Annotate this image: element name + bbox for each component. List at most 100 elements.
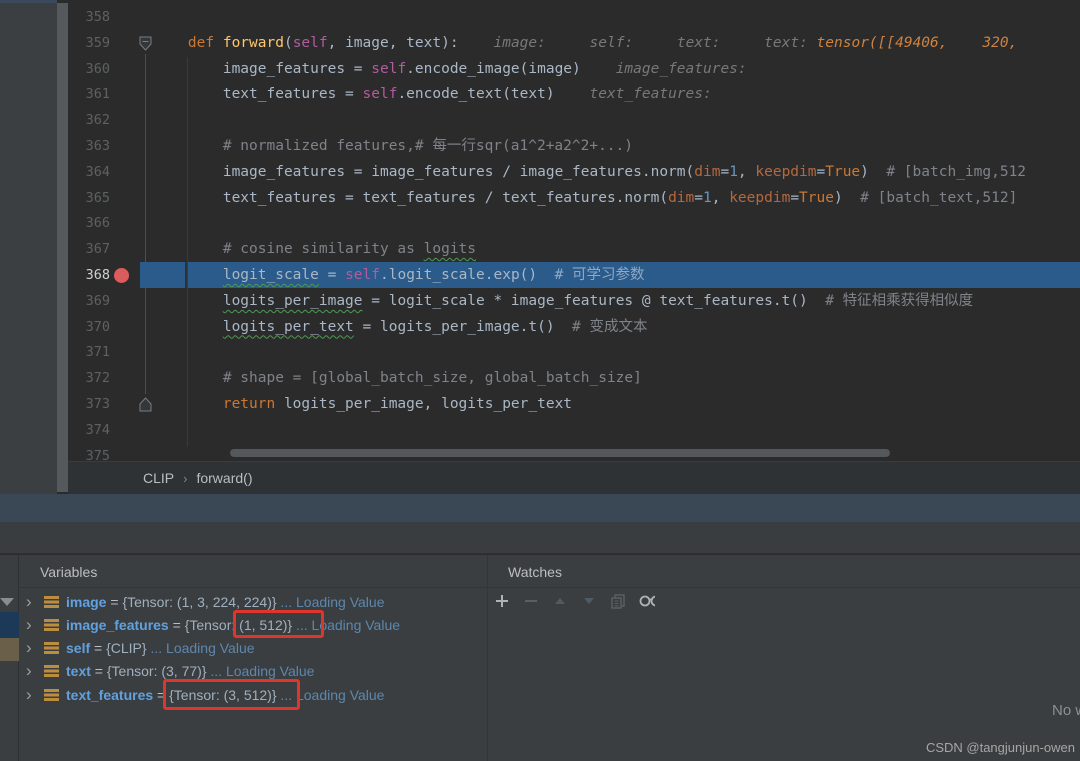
code-token: , bbox=[711, 189, 730, 206]
code-line[interactable]: text_features = text_features / text_fea… bbox=[153, 185, 1017, 211]
code-token: logits_per_image, logits_per_text bbox=[275, 396, 573, 412]
frames-panel-edge[interactable] bbox=[0, 555, 19, 761]
line-number[interactable]: 370 bbox=[68, 314, 110, 340]
fold-collapse-icon[interactable] bbox=[138, 35, 153, 57]
line-number[interactable]: 368 bbox=[68, 262, 110, 288]
fold-end-icon[interactable] bbox=[138, 396, 153, 418]
code-line[interactable]: logits_per_text = logits_per_image.t() #… bbox=[153, 314, 648, 340]
variable-icon bbox=[44, 595, 59, 608]
code-token: = logit_scale * image_features @ text_fe… bbox=[362, 292, 808, 309]
code-token: text_features = text_features / text_fea… bbox=[153, 189, 669, 206]
code-token: dim bbox=[694, 163, 721, 180]
project-panel-edge[interactable] bbox=[0, 0, 57, 494]
line-number[interactable]: 372 bbox=[68, 365, 110, 391]
line-number[interactable]: 374 bbox=[68, 417, 110, 443]
code-token: # 变成文本 bbox=[554, 318, 648, 335]
code-line[interactable]: logit_scale = self.logit_scale.exp() # 可… bbox=[153, 262, 645, 288]
line-number[interactable]: 369 bbox=[68, 288, 110, 314]
code-token: # [batch_img,512 bbox=[868, 163, 1027, 180]
chevron-right-icon[interactable]: › bbox=[26, 661, 44, 681]
project-panel-scrollbar[interactable] bbox=[57, 3, 68, 492]
chevron-right-icon[interactable]: › bbox=[26, 592, 44, 612]
equals-sign: = bbox=[168, 616, 185, 633]
frames-selected-row[interactable] bbox=[0, 612, 19, 638]
code-token: self bbox=[345, 267, 380, 283]
code-line[interactable]: image_features = image_features / image_… bbox=[153, 159, 1026, 185]
code-token: # [batch_text,512] bbox=[842, 189, 1018, 206]
code-token: logits_per_image bbox=[222, 292, 363, 309]
code-line[interactable]: def forward(self, image, text): image: s… bbox=[153, 30, 1017, 56]
code-token: image_features = bbox=[153, 60, 372, 77]
loading-value-text: ... Loading Value bbox=[276, 593, 385, 610]
show-watches-in-variables-button[interactable] bbox=[639, 593, 655, 609]
line-number[interactable]: 375 bbox=[68, 443, 110, 461]
chevron-right-icon: › bbox=[183, 470, 188, 486]
line-number[interactable]: 373 bbox=[68, 391, 110, 417]
line-number[interactable]: 371 bbox=[68, 339, 110, 365]
code-token: = bbox=[720, 163, 730, 180]
code-line[interactable]: # shape = [global_batch_size, global_bat… bbox=[153, 365, 642, 391]
fold-range-line bbox=[145, 54, 146, 394]
horizontal-scrollbar[interactable] bbox=[230, 449, 890, 457]
variable-row[interactable]: › image = {Tensor: (1, 3, 224, 224)} ... … bbox=[20, 590, 384, 613]
move-down-button[interactable] bbox=[581, 593, 597, 609]
code-token: True bbox=[799, 189, 834, 206]
code-token: text: bbox=[633, 34, 721, 51]
line-number[interactable]: 360 bbox=[68, 56, 110, 82]
frames-library-row[interactable] bbox=[0, 638, 19, 661]
variable-icon bbox=[44, 665, 59, 678]
pane-header-separator bbox=[20, 587, 1080, 588]
dropdown-arrow-icon[interactable] bbox=[0, 598, 14, 606]
breadcrumb-item-class[interactable]: CLIP bbox=[143, 470, 174, 486]
line-number[interactable]: 359 bbox=[68, 30, 110, 56]
move-up-button[interactable] bbox=[552, 593, 568, 609]
code-token: text_features = bbox=[153, 86, 363, 103]
code-token: True bbox=[825, 163, 861, 180]
line-number[interactable]: 358 bbox=[68, 4, 110, 30]
add-button[interactable] bbox=[494, 593, 510, 609]
line-number[interactable]: 366 bbox=[68, 210, 110, 236]
breakpoint-icon[interactable] bbox=[114, 268, 129, 283]
chevron-right-icon[interactable]: › bbox=[26, 638, 44, 658]
no-watches-text: No w bbox=[1052, 702, 1080, 719]
code-token: dim bbox=[668, 189, 695, 206]
variable-value: {Tensor: (3, 77)} bbox=[106, 663, 207, 680]
code-token: image: bbox=[458, 34, 546, 51]
code-editor[interactable]: 358 359 def forward(self, image, text): i… bbox=[68, 0, 1080, 461]
code-line[interactable]: logits_per_image = logit_scale * image_f… bbox=[153, 288, 973, 314]
code-line[interactable]: # cosine similarity as logits bbox=[153, 236, 476, 262]
pane-vertical-separator[interactable] bbox=[487, 555, 488, 761]
line-number[interactable]: 365 bbox=[68, 185, 110, 211]
line-number[interactable]: 364 bbox=[68, 159, 110, 185]
line-number[interactable]: 367 bbox=[68, 236, 110, 262]
code-token: = bbox=[816, 163, 826, 180]
code-token: text: bbox=[720, 34, 808, 51]
chevron-right-icon[interactable]: › bbox=[26, 615, 44, 635]
line-number[interactable]: 361 bbox=[68, 81, 110, 107]
watermark-text: CSDN @tangjunjun-owen bbox=[925, 740, 1075, 755]
remove-button[interactable] bbox=[523, 593, 539, 609]
line-number[interactable]: 362 bbox=[68, 107, 110, 133]
variable-row[interactable]: › self = {CLIP} ... Loading Value bbox=[20, 637, 255, 660]
code-line[interactable]: text_features = self.encode_text(text) t… bbox=[153, 81, 712, 107]
code-token: .encode_text(text) bbox=[397, 86, 555, 103]
debug-toolbar-band bbox=[0, 522, 1080, 554]
code-token: = logits_per_image.t() bbox=[353, 318, 555, 335]
breadcrumb-item-method[interactable]: forward() bbox=[196, 470, 252, 486]
code-token: ( bbox=[283, 34, 293, 51]
code-token: , image, text): bbox=[327, 34, 459, 51]
duplicate-button[interactable] bbox=[610, 593, 626, 609]
variable-icon bbox=[44, 688, 59, 701]
chevron-right-icon[interactable]: › bbox=[26, 685, 44, 705]
equals-sign: = bbox=[106, 593, 123, 610]
line-number[interactable]: 363 bbox=[68, 133, 110, 159]
red-highlight-box-image-features bbox=[233, 610, 324, 638]
variable-row[interactable]: › image_features = {Tensor: (1, 512)} ...… bbox=[20, 613, 400, 636]
code-token: def bbox=[153, 34, 223, 51]
code-line[interactable]: return logits_per_image, logits_per_text bbox=[153, 391, 572, 417]
code-token: self bbox=[371, 60, 407, 77]
code-line[interactable]: # normalized features,# 每一行sqr(a1^2+a2^2… bbox=[153, 133, 633, 159]
code-line[interactable]: image_features = self.encode_image(image… bbox=[153, 56, 747, 82]
splitter-band[interactable] bbox=[0, 494, 1080, 522]
code-token: return bbox=[153, 396, 276, 412]
